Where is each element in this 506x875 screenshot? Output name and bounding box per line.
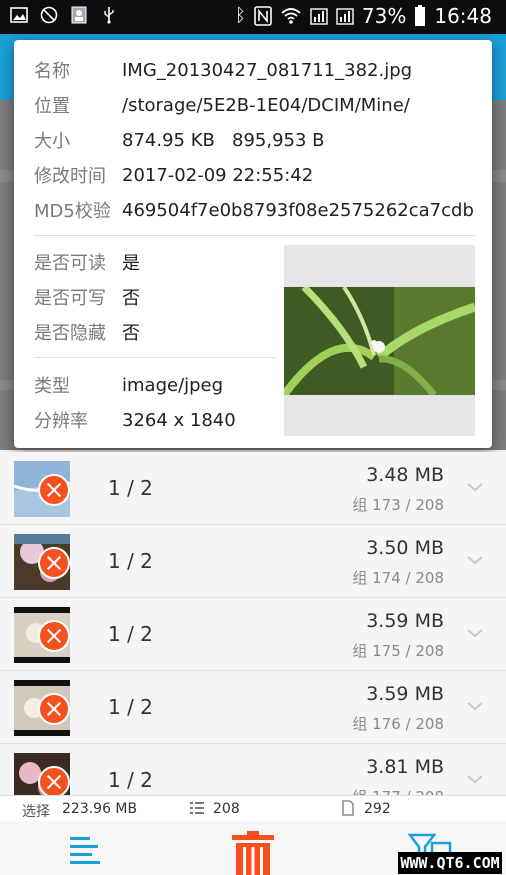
hidden-label: 是否隐藏 (34, 323, 106, 344)
list-item[interactable]: 1 / 2 3.48 MB 组 173 / 208 (0, 452, 506, 525)
chevron-down-icon[interactable] (466, 697, 484, 715)
item-count: 1 / 2 (108, 768, 153, 792)
divider (34, 357, 275, 358)
item-size: 3.48 MB (366, 464, 444, 486)
readable-label: 是否可读 (34, 253, 106, 274)
battery-percent: 73% (361, 4, 407, 28)
selection-summary: 选择 223.96 MB 208 292 (0, 795, 506, 821)
chevron-down-icon[interactable] (466, 770, 484, 788)
file-icon (342, 800, 354, 816)
selected-size: 223.96 MB (62, 801, 138, 817)
list-item[interactable]: 1 / 2 3.59 MB 组 175 / 208 (0, 598, 506, 671)
item-size: 3.50 MB (366, 537, 444, 559)
status-right-icons: ᛒ 73% 16:48 (235, 4, 492, 28)
bluetooth-icon: ᛒ (235, 5, 246, 26)
remove-icon[interactable] (38, 693, 70, 725)
resolution-label: 分辨率 (34, 411, 88, 432)
type-row: 类型 image/jpeg (34, 370, 223, 400)
sim1-signal-icon (310, 8, 328, 25)
chevron-down-icon[interactable] (466, 624, 484, 642)
modified-value: 2017-02-09 22:55:42 (122, 164, 314, 186)
size-row: 大小 874.95 KB 895,953 B (34, 125, 325, 155)
modified-row: 修改时间 2017-02-09 22:55:42 (34, 160, 313, 190)
location-label: 位置 (34, 96, 70, 117)
item-count: 1 / 2 (108, 695, 153, 719)
md5-label: MD5校验 (34, 201, 111, 222)
divider (34, 235, 475, 236)
delete-icon[interactable] (232, 831, 274, 875)
item-group: 组 173 / 208 (352, 496, 444, 514)
md5-value: 469504f7e0b8793f08e2575262ca7cdb (122, 199, 474, 221)
status-bar: ᛒ 73% 16:48 (0, 0, 506, 34)
gallery-icon (10, 7, 28, 23)
writable-row: 是否可写 否 (34, 282, 140, 312)
status-left-icons (10, 6, 118, 24)
md5-row: MD5校验 469504f7e0b8793f08e2575262ca7cdb (34, 195, 474, 225)
item-count: 1 / 2 (108, 622, 153, 646)
type-label: 类型 (34, 376, 70, 397)
sort-icon[interactable] (68, 835, 102, 865)
item-size: 3.59 MB (366, 610, 444, 632)
size-value: 874.95 KB 895,953 B (122, 129, 325, 151)
block-icon (40, 6, 58, 24)
item-count: 1 / 2 (108, 476, 153, 500)
name-row: 名称 IMG_20130427_081711_382.jpg (34, 55, 412, 85)
name-value: IMG_20130427_081711_382.jpg (122, 59, 413, 81)
file-count: 292 (364, 801, 391, 817)
modified-label: 修改时间 (34, 166, 106, 187)
resolution-value: 3264 x 1840 (122, 409, 236, 431)
name-label: 名称 (34, 61, 70, 82)
list-item[interactable]: 1 / 2 3.50 MB 组 174 / 208 (0, 525, 506, 598)
battery-icon (415, 5, 426, 26)
usb-icon (104, 7, 114, 24)
chevron-down-icon[interactable] (466, 551, 484, 569)
list-item[interactable]: 1 / 2 3.59 MB 组 176 / 208 (0, 671, 506, 744)
item-group: 组 174 / 208 (352, 569, 444, 587)
wifi-icon (281, 8, 301, 24)
item-size: 3.59 MB (366, 683, 444, 705)
item-group: 组 175 / 208 (352, 642, 444, 660)
file-properties-dialog: 名称 IMG_20130427_081711_382.jpg 位置 /stora… (14, 40, 492, 448)
chevron-down-icon[interactable] (466, 478, 484, 496)
readable-row: 是否可读 是 (34, 247, 140, 277)
remove-icon[interactable] (38, 766, 70, 795)
readable-value: 是 (122, 253, 140, 274)
plant-photo (284, 287, 475, 395)
hidden-value: 否 (122, 323, 140, 344)
location-row: 位置 /storage/5E2B-1E04/DCIM/Mine/ (34, 90, 410, 120)
item-group: 组 176 / 208 (352, 715, 444, 733)
item-count: 1 / 2 (108, 549, 153, 573)
clock: 16:48 (434, 4, 492, 28)
contact-card-icon (71, 6, 87, 24)
item-size: 3.81 MB (366, 756, 444, 778)
sim2-signal-icon (336, 8, 354, 25)
duplicate-group-list[interactable]: 1 / 2 3.48 MB 组 173 / 208 1 / 2 3.50 MB … (0, 452, 506, 795)
location-value: /storage/5E2B-1E04/DCIM/Mine/ (122, 94, 410, 116)
item-group: 组 177 / 208 (352, 786, 444, 795)
nfc-icon (254, 6, 272, 26)
select-label: 选择 (22, 804, 50, 820)
group-list-icon (190, 802, 204, 814)
writable-label: 是否可写 (34, 288, 106, 309)
remove-icon[interactable] (38, 474, 70, 506)
list-item[interactable]: 1 / 2 3.81 MB 组 177 / 208 (0, 744, 506, 795)
image-preview[interactable] (284, 245, 475, 436)
type-value: image/jpeg (122, 374, 224, 396)
group-count: 208 (213, 801, 240, 817)
remove-icon[interactable] (38, 620, 70, 652)
resolution-row: 分辨率 3264 x 1840 (34, 405, 236, 435)
hidden-row: 是否隐藏 否 (34, 317, 140, 347)
writable-value: 否 (122, 288, 140, 309)
watermark: WWW.QT6.COM (398, 852, 502, 874)
remove-icon[interactable] (38, 547, 70, 579)
size-label: 大小 (34, 131, 70, 152)
